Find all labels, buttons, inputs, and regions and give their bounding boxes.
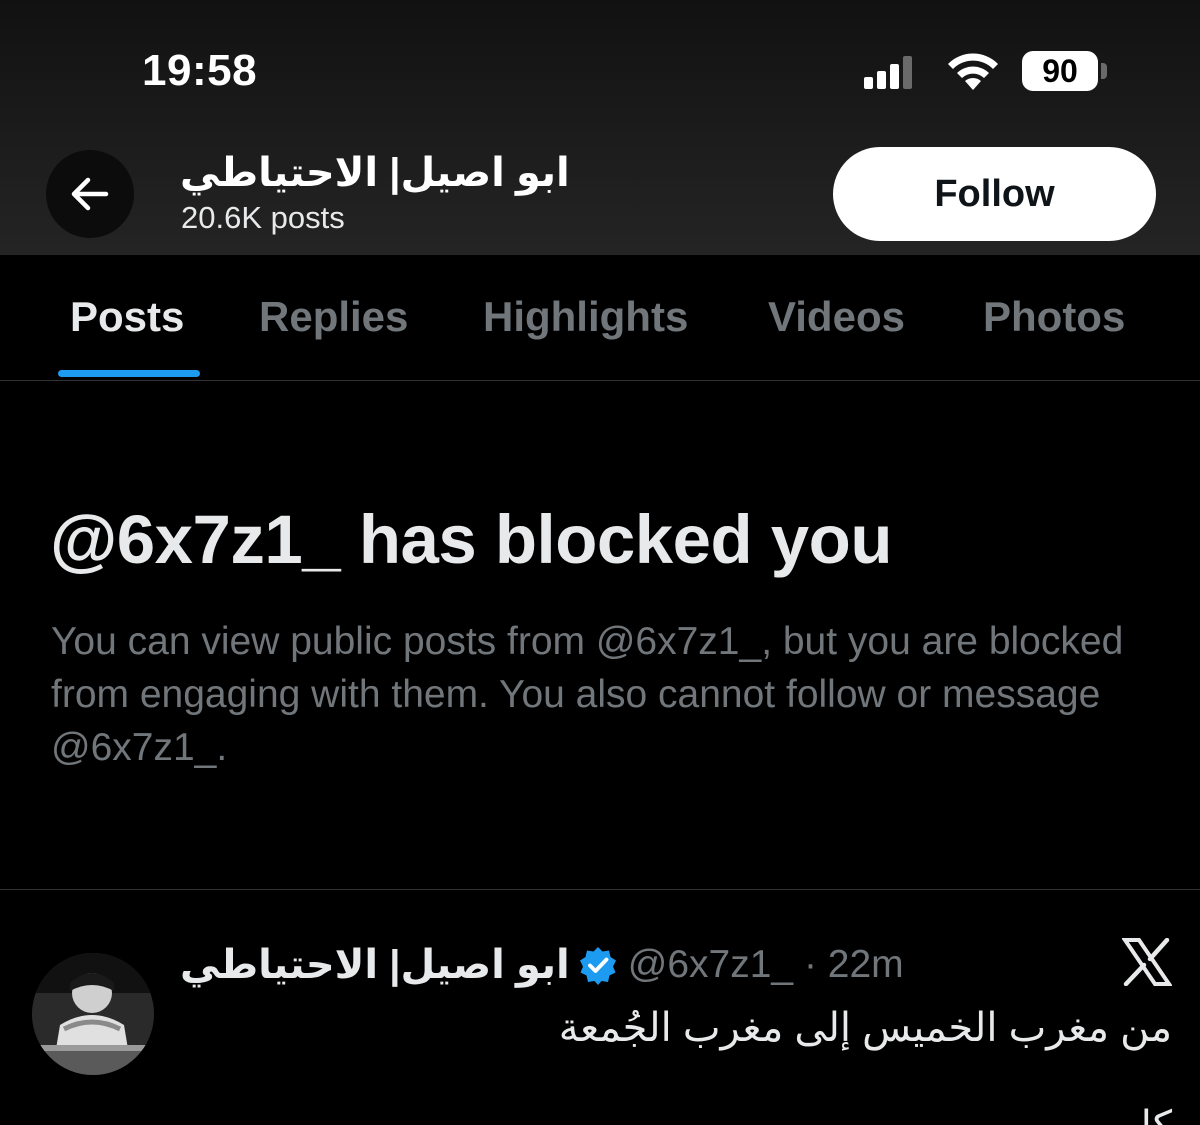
- battery-icon: 90: [1022, 51, 1098, 91]
- signal-icon: [864, 55, 916, 89]
- blocked-description: You can view public posts from @6x7z1_, …: [51, 620, 1124, 769]
- follow-button[interactable]: Follow: [833, 147, 1156, 241]
- active-tab-indicator: [58, 370, 200, 377]
- post-text-continued: كل: [480, 1098, 1172, 1125]
- profile-tabs: Posts Replies Highlights Videos Photos: [0, 255, 1200, 381]
- tab-posts[interactable]: Posts: [70, 293, 184, 341]
- post-header: ابو اصيل| الاحتياطي @6x7z1_ · 22m: [180, 935, 904, 995]
- x-logo-icon: [1122, 938, 1172, 986]
- battery-cap: [1101, 63, 1107, 79]
- tabs-divider: [0, 380, 1200, 381]
- battery-level: 90: [1042, 52, 1078, 89]
- status-bar-time: 19:58: [142, 46, 258, 95]
- arrow-left-icon: [71, 177, 109, 211]
- blocked-title: @6x7z1_ has blocked you: [50, 501, 892, 578]
- wifi-icon: [948, 53, 998, 90]
- tab-replies[interactable]: Replies: [259, 293, 408, 341]
- post-text: من مغرب الخميس إلى مغرب الجُمعة: [558, 1006, 1172, 1050]
- section-divider: [0, 889, 1200, 890]
- back-button[interactable]: [46, 150, 134, 238]
- post-handle-time: @6x7z1_ · 22m: [627, 943, 904, 986]
- avatar-photo: [32, 953, 154, 1075]
- profile-post-count: 20.6K posts: [181, 200, 345, 235]
- profile-display-name: ابو اصيل| الاحتياطي: [180, 151, 570, 195]
- avatar[interactable]: [32, 953, 154, 1075]
- verified-badge-icon: [579, 947, 616, 985]
- tab-videos[interactable]: Videos: [768, 293, 905, 341]
- tab-photos[interactable]: Photos: [983, 293, 1125, 341]
- post-author-name[interactable]: ابو اصيل| الاحتياطي: [180, 942, 570, 988]
- tab-highlights[interactable]: Highlights: [483, 293, 688, 341]
